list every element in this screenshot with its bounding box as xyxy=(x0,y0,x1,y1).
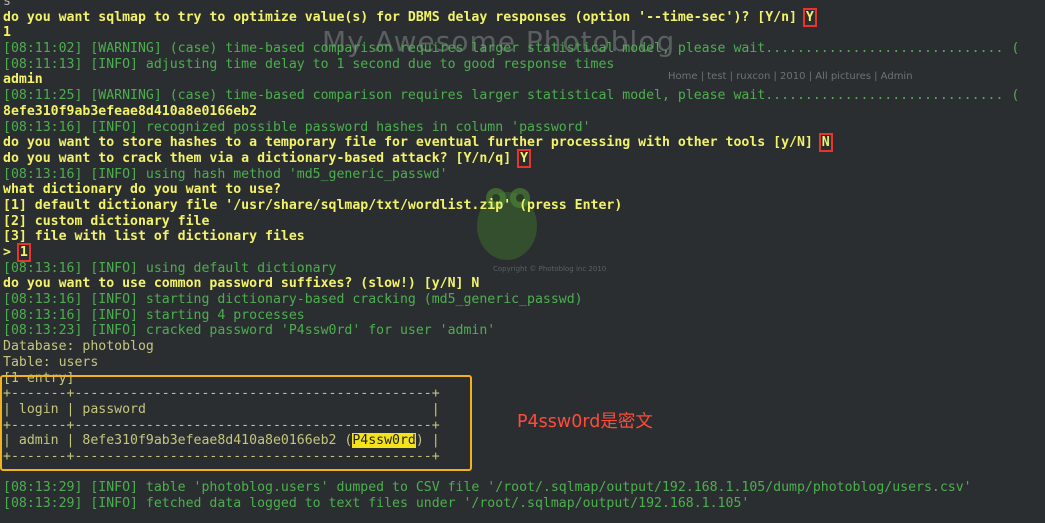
terminal-line: admin xyxy=(3,72,43,88)
terminal-line: 1 xyxy=(3,25,11,41)
result-table-frame xyxy=(0,375,472,471)
answer-y-highlight: Y xyxy=(802,7,817,27)
terminal-line: do you want to use common password suffi… xyxy=(3,276,480,292)
log-line: [08:13:16] [INFO] starting dictionary-ba… xyxy=(3,292,583,308)
terminal-line: Table: users xyxy=(3,354,99,370)
log-line: [08:13:29] [INFO] fetched data logged to… xyxy=(3,496,750,511)
log-line: [08:13:23] [INFO] cracked password 'P4ss… xyxy=(3,323,496,339)
terminal-line: [3] file with list of dictionary files xyxy=(3,229,305,245)
answer-n-highlight: N xyxy=(818,133,833,153)
prompt-line-time-sec: do you want sqlmap to try to optimize va… xyxy=(3,7,817,27)
log-line: [08:13:16] [INFO] using hash method 'md5… xyxy=(3,166,448,182)
terminal-line: 8efe310f9ab3efeae8d410a8e0166eb2 xyxy=(3,103,258,119)
log-line: [08:13:29] [INFO] table 'photoblog.users… xyxy=(3,480,972,496)
log-line: [08:11:02] [WARNING] (case) time-based c… xyxy=(3,41,1020,57)
prompt-line-dictionary-choice: > 1 xyxy=(3,243,31,262)
log-line: [08:13:16] [INFO] using default dictiona… xyxy=(3,260,337,276)
prompt-line-crack: do you want to crack them via a dictiona… xyxy=(3,148,532,168)
log-line: [08:11:25] [WARNING] (case) time-based c… xyxy=(3,88,1020,104)
answer-y-highlight: Y xyxy=(517,148,532,168)
log-line: [08:11:13] [INFO] adjusting time delay t… xyxy=(3,56,615,72)
log-line: [08:13:16] [INFO] starting 4 processes xyxy=(3,307,305,323)
log-line: [08:13:16] [INFO] recognized possible pa… xyxy=(3,119,591,135)
terminal-line: [2] custom dictionary file xyxy=(3,213,210,229)
terminal-line: [1] default dictionary file '/usr/share/… xyxy=(3,197,623,213)
answer-1-highlight: 1 xyxy=(16,243,31,262)
prompt-line-store-hashes: do you want to store hashes to a tempora… xyxy=(3,133,833,153)
annotation-note: P4ssw0rd是密文 xyxy=(517,412,653,432)
terminal-line: s xyxy=(3,0,11,9)
terminal-line: Database: photoblog xyxy=(3,339,154,355)
terminal-line: what dictionary do you want to use? xyxy=(3,182,281,198)
